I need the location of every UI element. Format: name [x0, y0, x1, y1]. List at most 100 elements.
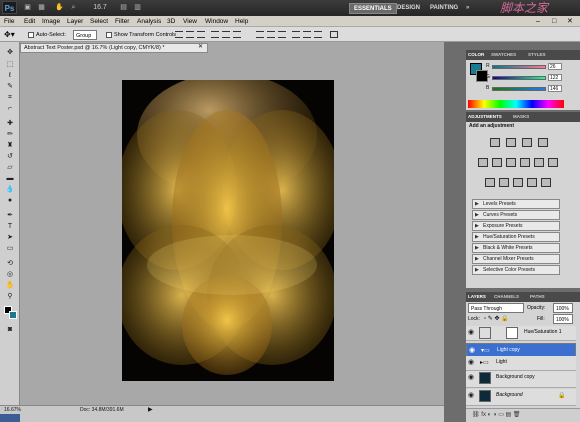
menu-image[interactable]: Image — [42, 16, 60, 27]
workspace-essentials[interactable]: ESSENTIALS — [349, 3, 397, 14]
workspace-painting[interactable]: PAINTING — [426, 3, 462, 14]
shape-tool-icon[interactable]: ▭ — [5, 244, 15, 253]
hue-saturation-icon[interactable] — [492, 158, 502, 167]
hand-tool-icon[interactable]: ✋ — [5, 281, 15, 290]
visibility-eye-icon[interactable]: ◉ — [468, 359, 476, 367]
lock-icons[interactable]: ▫ ✎ ✥ 🔒 — [484, 314, 509, 324]
brightness-contrast-icon[interactable] — [490, 138, 500, 147]
preset-curves[interactable]: Curves Presets — [472, 210, 560, 220]
brush-tool-icon[interactable]: ✏ — [5, 130, 15, 139]
menu-view[interactable]: View — [183, 16, 197, 27]
healing-brush-tool-icon[interactable]: ✚ — [5, 119, 15, 128]
visibility-eye-icon[interactable]: ◉ — [469, 347, 477, 355]
blue-value[interactable]: 146 — [548, 85, 562, 92]
color-spectrum-ramp[interactable] — [468, 100, 564, 108]
maximize-icon[interactable]: □ — [552, 16, 556, 27]
layer-row[interactable]: ◉ Background copy — [466, 371, 576, 388]
arrange-icon[interactable]: ▤ — [118, 3, 129, 13]
bridge-icon[interactable]: ▣ — [22, 3, 33, 13]
folder-expand-icon[interactable]: ▾▭ — [481, 347, 490, 354]
menu-select[interactable]: Select — [90, 16, 108, 27]
zoom-tool-icon[interactable]: ⚲ — [5, 292, 15, 301]
close-icon[interactable]: ✕ — [567, 16, 573, 27]
distribute-vcenter-icon[interactable] — [267, 31, 275, 38]
layer-row[interactable]: ◉ ▸▭ Light — [466, 356, 576, 371]
hand-icon[interactable]: ✋ — [54, 3, 65, 13]
menu-analysis[interactable]: Analysis — [137, 16, 161, 27]
workspace-more-icon[interactable]: » — [462, 3, 473, 14]
status-menu-arrow-icon[interactable]: ▶ — [148, 406, 153, 413]
distribute-hcenter-icon[interactable] — [303, 31, 311, 38]
levels-icon[interactable] — [506, 138, 516, 147]
invert-icon[interactable] — [485, 178, 495, 187]
3d-camera-tool-icon[interactable]: ◎ — [5, 270, 15, 279]
screen-mode-icon[interactable]: ▥ — [132, 3, 143, 13]
align-right-icon[interactable] — [233, 31, 241, 38]
green-value[interactable]: 122 — [548, 74, 562, 81]
preset-levels[interactable]: Levels Presets — [472, 199, 560, 209]
distribute-right-icon[interactable] — [314, 31, 322, 38]
gradient-tool-icon[interactable]: ▬ — [5, 174, 15, 183]
menu-file[interactable]: File — [4, 16, 14, 27]
visibility-eye-icon[interactable]: ◉ — [468, 374, 476, 382]
folder-expand-icon[interactable]: ▸▭ — [480, 359, 489, 366]
clone-stamp-tool-icon[interactable]: ♜ — [5, 141, 15, 150]
eraser-tool-icon[interactable]: ▱ — [5, 163, 15, 172]
menu-help[interactable]: Help — [235, 16, 248, 27]
layer-row[interactable]: ◉ Hue/Saturation 1 — [466, 326, 576, 341]
menu-edit[interactable]: Edit — [24, 16, 35, 27]
zoom-level[interactable]: 16.7 — [92, 3, 108, 13]
threshold-icon[interactable] — [513, 178, 523, 187]
black-white-icon[interactable] — [520, 158, 530, 167]
quick-mask-icon[interactable]: ◙ — [5, 325, 15, 334]
green-slider[interactable] — [492, 76, 546, 80]
3d-rotate-tool-icon[interactable]: ⟲ — [5, 259, 15, 268]
posterize-icon[interactable] — [499, 178, 509, 187]
vibrance-icon[interactable] — [478, 158, 488, 167]
tab-swatches[interactable]: SWATCHES — [491, 50, 516, 60]
tab-masks[interactable]: MASKS — [513, 112, 529, 122]
align-top-icon[interactable] — [175, 31, 183, 38]
document-tab[interactable]: Abstract Text Poster.psd @ 16.7% (Light … — [20, 43, 208, 53]
auto-align-icon[interactable] — [330, 31, 338, 38]
poster-canvas[interactable] — [117, 73, 342, 381]
mini-bridge-icon[interactable]: ▦ — [36, 3, 47, 13]
tab-channels[interactable]: CHANNELS — [494, 292, 519, 302]
blur-tool-icon[interactable]: 💧 — [5, 185, 15, 194]
curves-icon[interactable] — [522, 138, 532, 147]
history-brush-tool-icon[interactable]: ↺ — [5, 152, 15, 161]
visibility-eye-icon[interactable]: ◉ — [468, 329, 476, 337]
workspace-design[interactable]: DESIGN — [393, 3, 424, 14]
tab-layers[interactable]: LAYERS — [468, 292, 486, 302]
layers-footer-buttons[interactable]: ⛓ fx ◐ ◑ ▭ ▤ 🗑 — [466, 408, 580, 422]
move-tool-preset-icon[interactable]: ✥▾ — [4, 30, 15, 40]
blend-mode-dropdown[interactable]: Pass Through — [468, 303, 524, 313]
marquee-tool-icon[interactable]: ⬚ — [5, 60, 15, 69]
photo-filter-icon[interactable] — [534, 158, 544, 167]
zoom-tool-icon[interactable]: ⌕ — [68, 3, 79, 13]
path-selection-tool-icon[interactable]: ➤ — [5, 233, 15, 242]
dodge-tool-icon[interactable]: ● — [5, 196, 15, 205]
tab-adjustments[interactable]: ADJUSTMENTS — [468, 112, 502, 122]
channel-mixer-icon[interactable] — [548, 158, 558, 167]
lasso-tool-icon[interactable]: ℓ — [5, 71, 15, 80]
type-tool-icon[interactable]: T — [5, 222, 15, 231]
windows-start-button[interactable] — [0, 414, 20, 422]
fill-field[interactable]: 100% — [553, 314, 573, 324]
eyedropper-tool-icon[interactable]: ⌐ — [5, 104, 15, 113]
distribute-bottom-icon[interactable] — [278, 31, 286, 38]
background-color-swatch[interactable] — [9, 311, 17, 319]
status-zoom[interactable]: 16.67% — [4, 407, 21, 413]
preset-exposure[interactable]: Exposure Presets — [472, 221, 560, 231]
menu-3d[interactable]: 3D — [167, 16, 175, 27]
close-document-icon[interactable]: ✕ — [198, 43, 203, 50]
quick-select-tool-icon[interactable]: ✎ — [5, 82, 15, 91]
preset-hue-saturation[interactable]: Hue/Saturation Presets — [472, 232, 560, 242]
red-value[interactable]: 26 — [548, 63, 562, 70]
minimize-icon[interactable]: – — [536, 16, 540, 27]
exposure-icon[interactable] — [538, 138, 548, 147]
layer-mask-thumb[interactable] — [506, 327, 518, 339]
align-hcenter-icon[interactable] — [222, 31, 230, 38]
blue-slider[interactable] — [492, 87, 546, 91]
align-bottom-icon[interactable] — [197, 31, 205, 38]
